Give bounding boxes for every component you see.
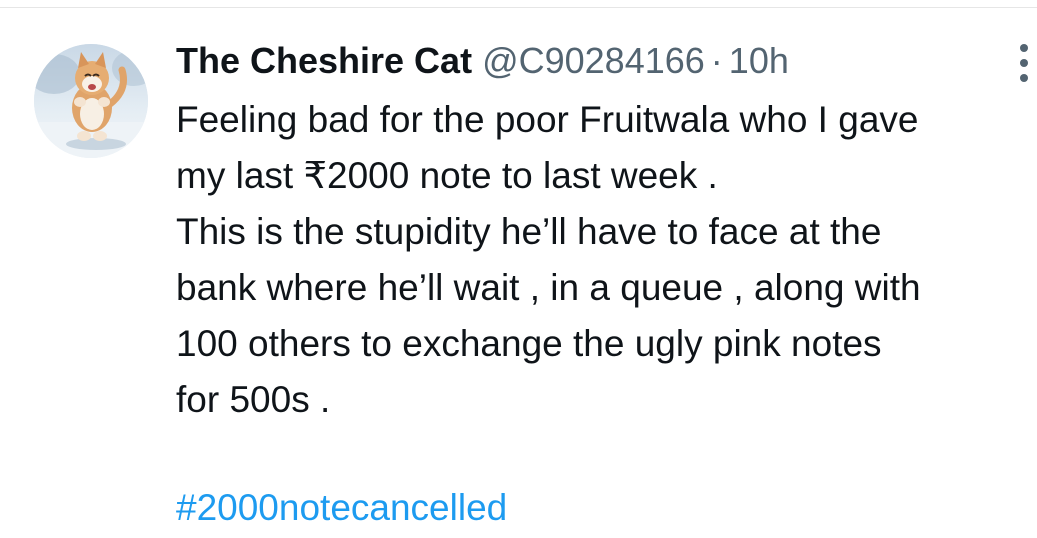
avatar[interactable] [34, 44, 148, 158]
tweet-text-line: Feeling bad for the poor Fruitwala who I… [176, 99, 919, 140]
hashtag-link[interactable]: #2000notecancelled [176, 482, 507, 534]
cat-avatar-icon [34, 44, 148, 158]
more-vertical-icon[interactable] [1014, 42, 1034, 86]
timestamp[interactable]: 10h [729, 40, 789, 81]
tweet-text-line: bank where he’ll wait , in a queue , alo… [176, 267, 921, 308]
display-name[interactable]: The Cheshire Cat [176, 40, 472, 81]
tweet-header: The Cheshire Cat @C90284166 · 10h [176, 38, 789, 84]
tweet-text-line: 100 others to exchange the ugly pink not… [176, 323, 882, 364]
tweet[interactable]: The Cheshire Cat @C90284166 · 10h Feeling b… [0, 8, 1037, 538]
user-handle[interactable]: @C90284166 [482, 40, 705, 81]
tweet-text-line: for 500s . [176, 379, 331, 420]
separator-dot: · [710, 40, 723, 81]
tweet-text-line: my last ₹2000 note to last week . [176, 155, 718, 196]
tweet-text: Feeling bad for the poor Fruitwala who I… [176, 92, 1036, 428]
tweet-text-line: This is the stupidity he’ll have to face… [176, 211, 882, 252]
